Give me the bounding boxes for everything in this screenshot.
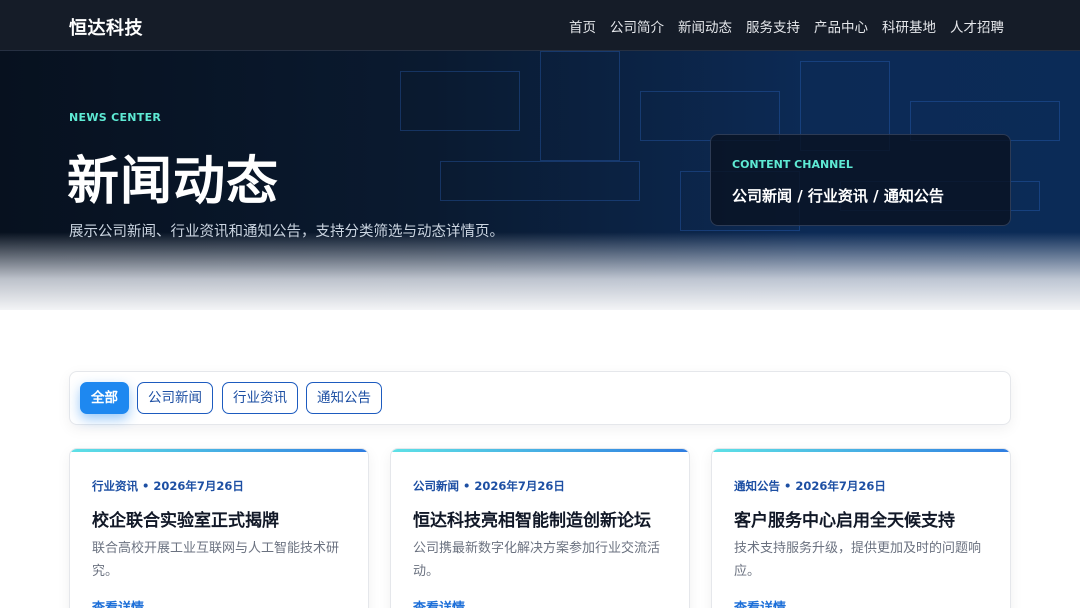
nav-item-careers[interactable]: 人才招聘: [950, 16, 1004, 36]
filter-chip-company-news[interactable]: 公司新闻: [137, 382, 213, 414]
filter-chip-notices[interactable]: 通知公告: [306, 382, 382, 414]
news-card[interactable]: 公司新闻 • 2026年7月26日 恒达科技亮相智能制造创新论坛 公司携最新数字…: [390, 448, 690, 608]
channel-list: 公司新闻 / 行业资讯 / 通知公告: [732, 187, 944, 205]
news-card-title[interactable]: 客户服务中心启用全天候支持: [734, 506, 955, 531]
nav-item-support[interactable]: 服务支持: [746, 16, 800, 36]
top-navigation-bar: 恒达科技 首页 公司简介 新闻动态 服务支持 产品中心 科研基地 人才招聘: [0, 0, 1080, 51]
nav-item-research[interactable]: 科研基地: [882, 16, 936, 36]
brand-logo-text[interactable]: 恒达科技: [69, 14, 143, 40]
news-card-meta: 公司新闻 • 2026年7月26日: [413, 479, 565, 493]
nav-item-about[interactable]: 公司简介: [610, 16, 664, 36]
category-filter-bar: 全部 公司新闻 行业资讯 通知公告: [69, 371, 1011, 425]
filter-chip-industry-news[interactable]: 行业资讯: [222, 382, 298, 414]
news-card[interactable]: 通知公告 • 2026年7月26日 客户服务中心启用全天候支持 技术支持服务升级…: [711, 448, 1011, 608]
nav-item-news[interactable]: 新闻动态: [678, 16, 732, 36]
news-card-meta: 通知公告 • 2026年7月26日: [734, 479, 886, 493]
news-card-detail-link[interactable]: 查看详情: [92, 597, 144, 608]
news-card-detail-link[interactable]: 查看详情: [734, 597, 786, 608]
channel-kicker: CONTENT CHANNEL: [732, 158, 853, 171]
filter-chip-all[interactable]: 全部: [80, 382, 129, 414]
news-card-title[interactable]: 校企联合实验室正式揭牌: [92, 506, 279, 531]
nav-item-home[interactable]: 首页: [569, 16, 596, 36]
news-card-description: 技术支持服务升级，提供更加及时的问题响应。: [734, 541, 982, 579]
news-card-detail-link[interactable]: 查看详情: [413, 597, 465, 608]
news-card-meta: 行业资讯 • 2026年7月26日: [92, 479, 244, 493]
hero-banner: NEWS CENTER 新闻动态 展示公司新闻、行业资讯和通知公告，支持分类筛选…: [0, 51, 1080, 310]
news-card-title[interactable]: 恒达科技亮相智能制造创新论坛: [413, 506, 651, 531]
page-title: 新闻动态: [67, 152, 280, 212]
hero-kicker: NEWS CENTER: [69, 111, 162, 124]
nav-item-products[interactable]: 产品中心: [814, 16, 868, 36]
content-channel-panel: CONTENT CHANNEL 公司新闻 / 行业资讯 / 通知公告: [710, 134, 1011, 226]
news-card[interactable]: 行业资讯 • 2026年7月26日 校企联合实验室正式揭牌 联合高校开展工业互联…: [69, 448, 369, 608]
news-card-description: 联合高校开展工业互联网与人工智能技术研究。: [92, 541, 340, 579]
news-card-description: 公司携最新数字化解决方案参加行业交流活动。: [413, 541, 661, 579]
hero-description: 展示公司新闻、行业资讯和通知公告，支持分类筛选与动态详情页。: [69, 224, 504, 240]
main-nav: 首页 公司简介 新闻动态 服务支持 产品中心 科研基地 人才招聘: [569, 16, 1004, 36]
